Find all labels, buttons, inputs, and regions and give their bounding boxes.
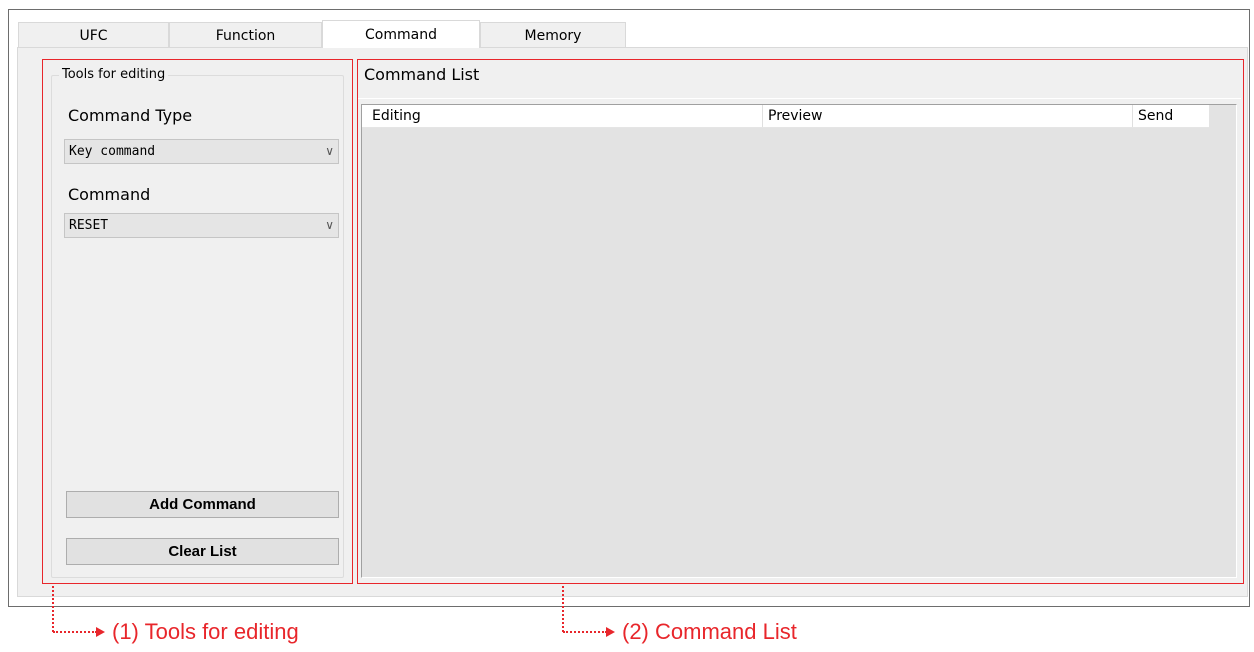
annotation-box-tools	[42, 59, 353, 584]
tab-bar: UFC Function Command Memory	[18, 20, 626, 48]
tab-ufc[interactable]: UFC	[18, 22, 169, 48]
annotation-command-list-label: (2) Command List	[622, 619, 797, 644]
annotation-connector	[53, 631, 97, 633]
annotation-connector	[52, 586, 54, 632]
annotation-connector	[562, 586, 564, 632]
annotation-connector	[563, 631, 607, 633]
annotation-tools-label: (1) Tools for editing	[112, 619, 299, 644]
arrow-right-icon	[96, 627, 105, 637]
arrow-right-icon	[606, 627, 615, 637]
tab-function[interactable]: Function	[169, 22, 322, 48]
tab-command[interactable]: Command	[322, 20, 480, 48]
annotation-box-command-list	[357, 59, 1244, 584]
tab-memory[interactable]: Memory	[480, 22, 626, 48]
